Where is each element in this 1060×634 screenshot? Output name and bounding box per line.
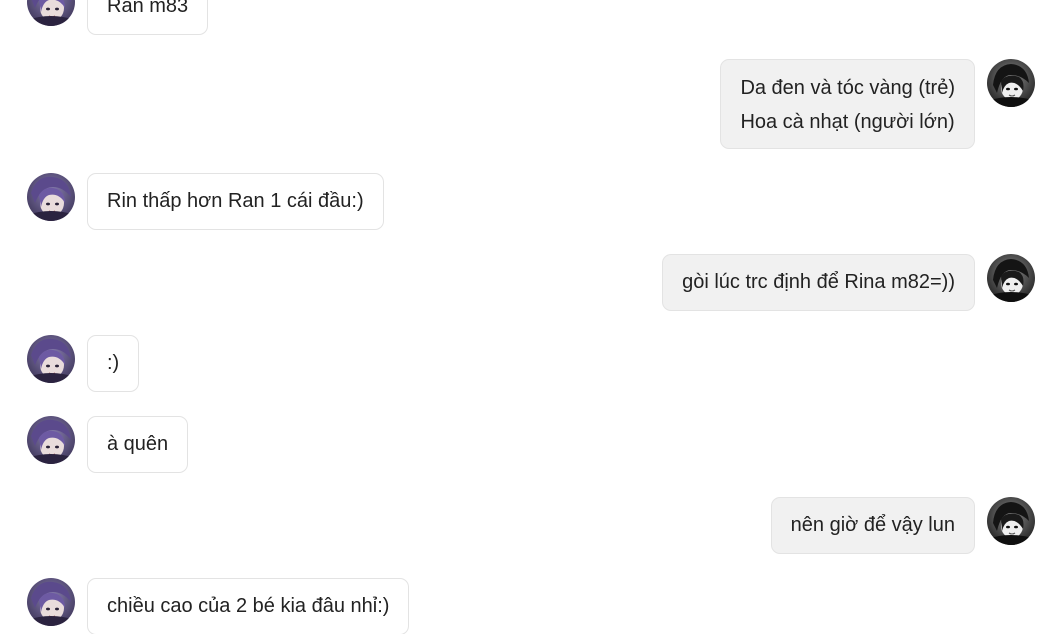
message-text: nên giờ để vậy lun xyxy=(790,514,955,536)
message-text: :) xyxy=(107,352,120,374)
message-bubble: chiều cao của 2 bé kia đâu nhỉ:) xyxy=(87,578,410,634)
avatar-purple-hair-icon[interactable] xyxy=(27,0,75,26)
avatar-purple-hair-icon[interactable] xyxy=(27,578,75,626)
avatar-dark-hair-icon[interactable] xyxy=(987,254,1035,302)
message-text: Hoa cà nhạt (người lớn) xyxy=(740,111,955,133)
message-text: Rin thấp hơn Ran 1 cái đầu:) xyxy=(107,190,364,212)
message-text: Ran m83 xyxy=(107,0,189,17)
message-text: chiều cao của 2 bé kia đâu nhỉ:) xyxy=(107,595,390,617)
avatar-purple-hair-icon[interactable] xyxy=(27,416,75,464)
chat-thread: Ran m83 Da đen và tóc vàng (trẻ) Hoa cà … xyxy=(0,0,1060,634)
avatar-dark-hair-icon[interactable] xyxy=(987,59,1035,107)
message-bubble: Ran m83 xyxy=(87,0,209,35)
avatar-dark-hair-icon[interactable] xyxy=(987,497,1035,545)
message-text: Da đen và tóc vàng (trẻ) xyxy=(740,77,955,99)
message-text: à quên xyxy=(107,433,169,455)
message-bubble: :) xyxy=(87,335,140,392)
avatar-purple-hair-icon[interactable] xyxy=(27,335,75,383)
message-bubble: nên giờ để vậy lun xyxy=(770,497,975,554)
avatar-purple-hair-icon[interactable] xyxy=(27,173,75,221)
message-bubble: Da đen và tóc vàng (trẻ) Hoa cà nhạt (ng… xyxy=(720,59,975,149)
message-bubble: Rin thấp hơn Ran 1 cái đầu:) xyxy=(87,173,384,230)
message-text: gòi lúc trc định để Rina m82=)) xyxy=(682,271,955,293)
message-bubble: gòi lúc trc định để Rina m82=)) xyxy=(662,254,975,311)
message-bubble: à quên xyxy=(87,416,189,473)
